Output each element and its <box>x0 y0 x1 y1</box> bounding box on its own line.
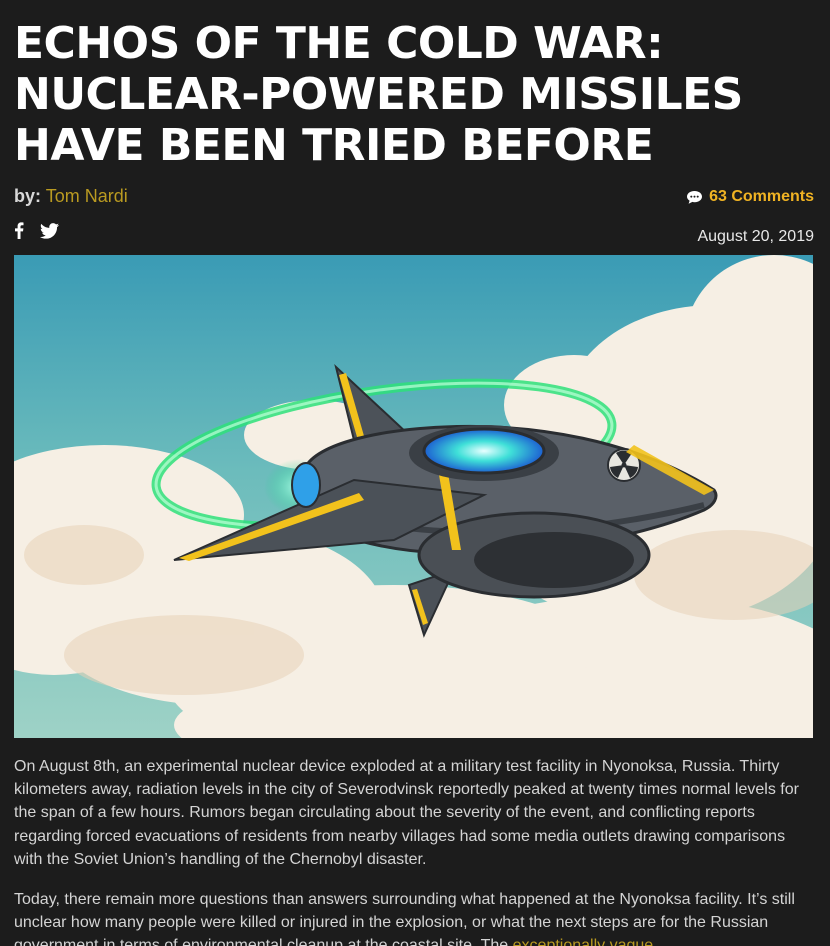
comments-link[interactable]: 63 Comments <box>686 188 814 206</box>
comment-bubble-icon <box>687 190 703 204</box>
article-body: On August 8th, an experimental nuclear d… <box>14 755 814 946</box>
article: ECHOS OF THE COLD WAR: NUCLEAR-POWERED M… <box>14 0 814 946</box>
title-line-1: ECHOS OF THE COLD WAR: <box>14 18 664 69</box>
paragraph-2-text: Today, there remain more questions than … <box>14 891 795 946</box>
byline-prefix: by: <box>14 186 41 206</box>
facebook-icon[interactable] <box>14 222 24 244</box>
paragraph-2: Today, there remain more questions than … <box>14 888 814 946</box>
article-title: ECHOS OF THE COLD WAR: NUCLEAR-POWERED M… <box>14 18 814 171</box>
byline-row: by: Tom Nardi 63 Comments <box>14 186 814 212</box>
share-row: August 20, 2019 <box>14 222 814 246</box>
comments-count: 63 Comments <box>709 188 814 205</box>
paragraph-1: On August 8th, an experimental nuclear d… <box>14 758 799 868</box>
title-line-2: NUCLEAR-POWERED MISSILES <box>14 69 743 120</box>
inline-link-exceptionally-vague[interactable]: exceptionally vague <box>513 937 654 946</box>
title-line-3: HAVE BEEN TRIED BEFORE <box>14 120 654 171</box>
hero-image <box>14 255 813 738</box>
missile-illustration <box>14 255 813 738</box>
twitter-icon[interactable] <box>40 222 60 244</box>
author-link[interactable]: Tom Nardi <box>46 186 128 206</box>
publish-date: August 20, 2019 <box>697 228 814 245</box>
